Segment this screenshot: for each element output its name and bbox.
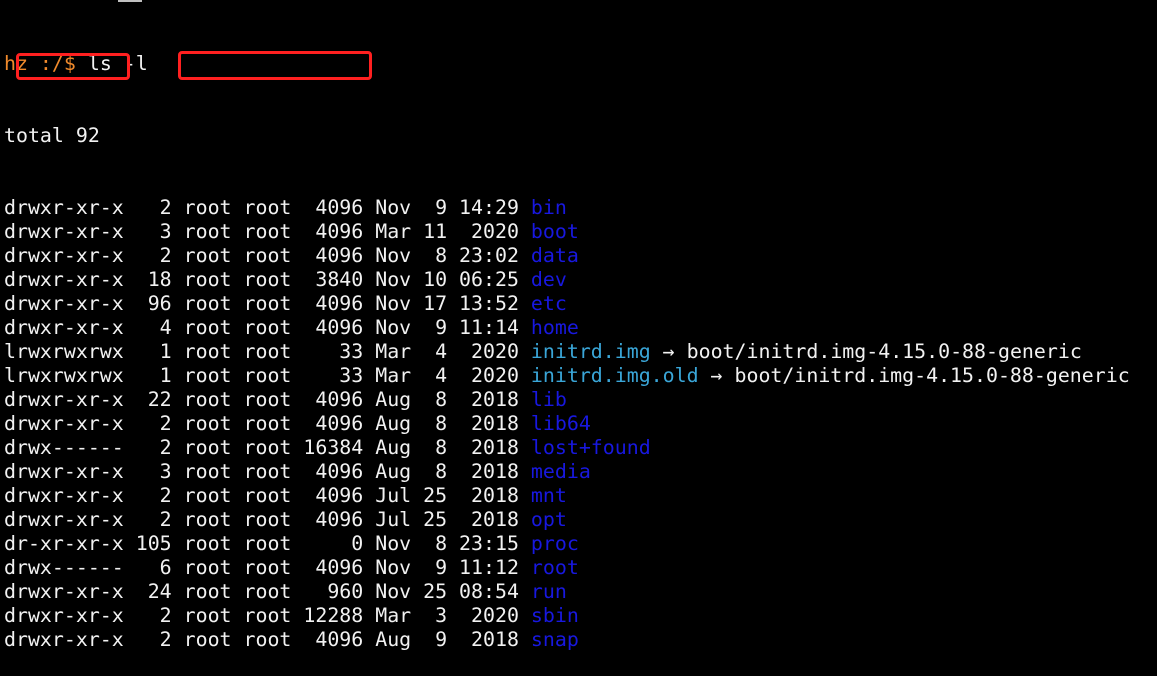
entry-meta: drwxr-xr-x 24 root root 960 Nov 25 08:54: [4, 580, 531, 603]
entry-meta: drwxr-xr-x 2 root root 4096 Aug 9 2018: [4, 628, 531, 651]
entry-meta: lrwxrwxrwx 1 root root 33 Mar 4 2020: [4, 364, 531, 387]
listing-row: lrwxrwxrwx 1 root root 33 Mar 4 2020 ini…: [4, 340, 1130, 364]
listing-row: drwxr-xr-x 96 root root 4096 Nov 17 13:5…: [4, 292, 1130, 316]
directory-name: data: [530, 244, 579, 267]
listing-row: drwxr-xr-x 24 root root 960 Nov 25 08:54…: [4, 580, 1130, 604]
entry-meta: drwxr-xr-x 22 root root 4096 Aug 8 2018: [4, 388, 531, 411]
listing-row: drwxr-xr-x 18 root root 3840 Nov 10 06:2…: [4, 268, 1130, 292]
listing-row: drwxr-xr-x 2 root root 4096 Jul 25 2018 …: [4, 484, 1130, 508]
entry-meta: drwxr-xr-x 3 root root 4096 Mar 11 2020: [4, 220, 531, 243]
directory-name: etc: [530, 292, 567, 315]
entry-meta: drwxr-xr-x 4 root root 4096 Nov 9 11:14: [4, 316, 531, 339]
entry-meta: drwxr-xr-x 2 root root 4096 Jul 25 2018: [4, 484, 531, 507]
total-line: total 92: [4, 124, 100, 147]
entry-meta: drwxr-xr-x 2 root root 4096 Jul 25 2018: [4, 508, 531, 531]
symlink-target: → boot/initrd.img-4.15.0-88-generic: [650, 340, 1082, 363]
directory-name: sbin: [530, 604, 579, 627]
directory-name: mnt: [530, 484, 567, 507]
directory-name: dev: [530, 268, 567, 291]
entry-meta: drwxr-xr-x 2 root root 4096 Nov 9 14:29: [4, 196, 531, 219]
listing: drwxr-xr-x 2 root root 4096 Nov 9 14:29 …: [4, 196, 1130, 652]
directory-name: snap: [530, 628, 579, 651]
entry-meta: drwxr-xr-x 96 root root 4096 Nov 17 13:5…: [4, 292, 531, 315]
listing-row: drwxr-xr-x 2 root root 4096 Aug 9 2018 s…: [4, 628, 1130, 652]
entry-meta: drwx------ 6 root root 4096 Nov 9 11:12: [4, 556, 531, 579]
directory-name: media: [530, 460, 591, 483]
entry-meta: drwx------ 2 root root 16384 Aug 8 2018: [4, 436, 531, 459]
prompt-path: :/$: [27, 52, 88, 75]
directory-name: lost+found: [530, 436, 651, 459]
directory-name: root: [530, 556, 579, 579]
entry-meta: drwxr-xr-x 18 root root 3840 Nov 10 06:2…: [4, 268, 531, 291]
directory-name: proc: [530, 532, 579, 555]
listing-row: drwxr-xr-x 3 root root 4096 Aug 8 2018 m…: [4, 460, 1130, 484]
listing-row: lrwxrwxrwx 1 root root 33 Mar 4 2020 ini…: [4, 364, 1130, 388]
listing-row: drwxr-xr-x 2 root root 4096 Nov 9 14:29 …: [4, 196, 1130, 220]
directory-name: home: [530, 316, 579, 339]
entry-meta: drwxr-xr-x 2 root root 4096 Aug 8 2018: [4, 412, 531, 435]
directory-name: opt: [530, 508, 567, 531]
entry-meta: drwxr-xr-x 3 root root 4096 Aug 8 2018: [4, 460, 531, 483]
entry-meta: drwxr-xr-x 2 root root 4096 Nov 8 23:02: [4, 244, 531, 267]
listing-row: drwx------ 2 root root 16384 Aug 8 2018 …: [4, 436, 1130, 460]
directory-name: lib64: [530, 412, 591, 435]
symlink-target: → boot/initrd.img-4.15.0-88-generic: [698, 364, 1130, 387]
directory-name: bin: [530, 196, 567, 219]
prompt-command: ls -l: [87, 52, 148, 75]
window-edge-fragment: [118, 0, 142, 2]
listing-row: drwxr-xr-x 2 root root 4096 Jul 25 2018 …: [4, 508, 1130, 532]
listing-row: dr-xr-xr-x 105 root root 0 Nov 8 23:15 p…: [4, 532, 1130, 556]
directory-name: run: [530, 580, 567, 603]
symlink-name: initrd.img: [530, 340, 651, 363]
listing-row: drwx------ 6 root root 4096 Nov 9 11:12 …: [4, 556, 1130, 580]
listing-row: drwxr-xr-x 3 root root 4096 Mar 11 2020 …: [4, 220, 1130, 244]
directory-name: lib: [530, 388, 567, 411]
listing-row: drwxr-xr-x 2 root root 12288 Mar 3 2020 …: [4, 604, 1130, 628]
listing-row: drwxr-xr-x 4 root root 4096 Nov 9 11:14 …: [4, 316, 1130, 340]
entry-meta: drwxr-xr-x 2 root root 12288 Mar 3 2020: [4, 604, 531, 627]
prompt-line: hz :/$ ls -l: [4, 52, 1130, 76]
listing-row: drwxr-xr-x 2 root root 4096 Nov 8 23:02 …: [4, 244, 1130, 268]
symlink-name: initrd.img.old: [530, 364, 699, 387]
listing-row: drwxr-xr-x 22 root root 4096 Aug 8 2018 …: [4, 388, 1130, 412]
directory-name: boot: [530, 220, 579, 243]
listing-row: drwxr-xr-x 2 root root 4096 Aug 8 2018 l…: [4, 412, 1130, 436]
entry-meta: dr-xr-xr-x 105 root root 0 Nov 8 23:15: [4, 532, 531, 555]
terminal-output[interactable]: hz :/$ ls -l total 92 drwxr-xr-x 2 root …: [4, 4, 1130, 676]
entry-meta: lrwxrwxrwx 1 root root 33 Mar 4 2020: [4, 340, 531, 363]
prompt-user: hz: [4, 52, 28, 75]
